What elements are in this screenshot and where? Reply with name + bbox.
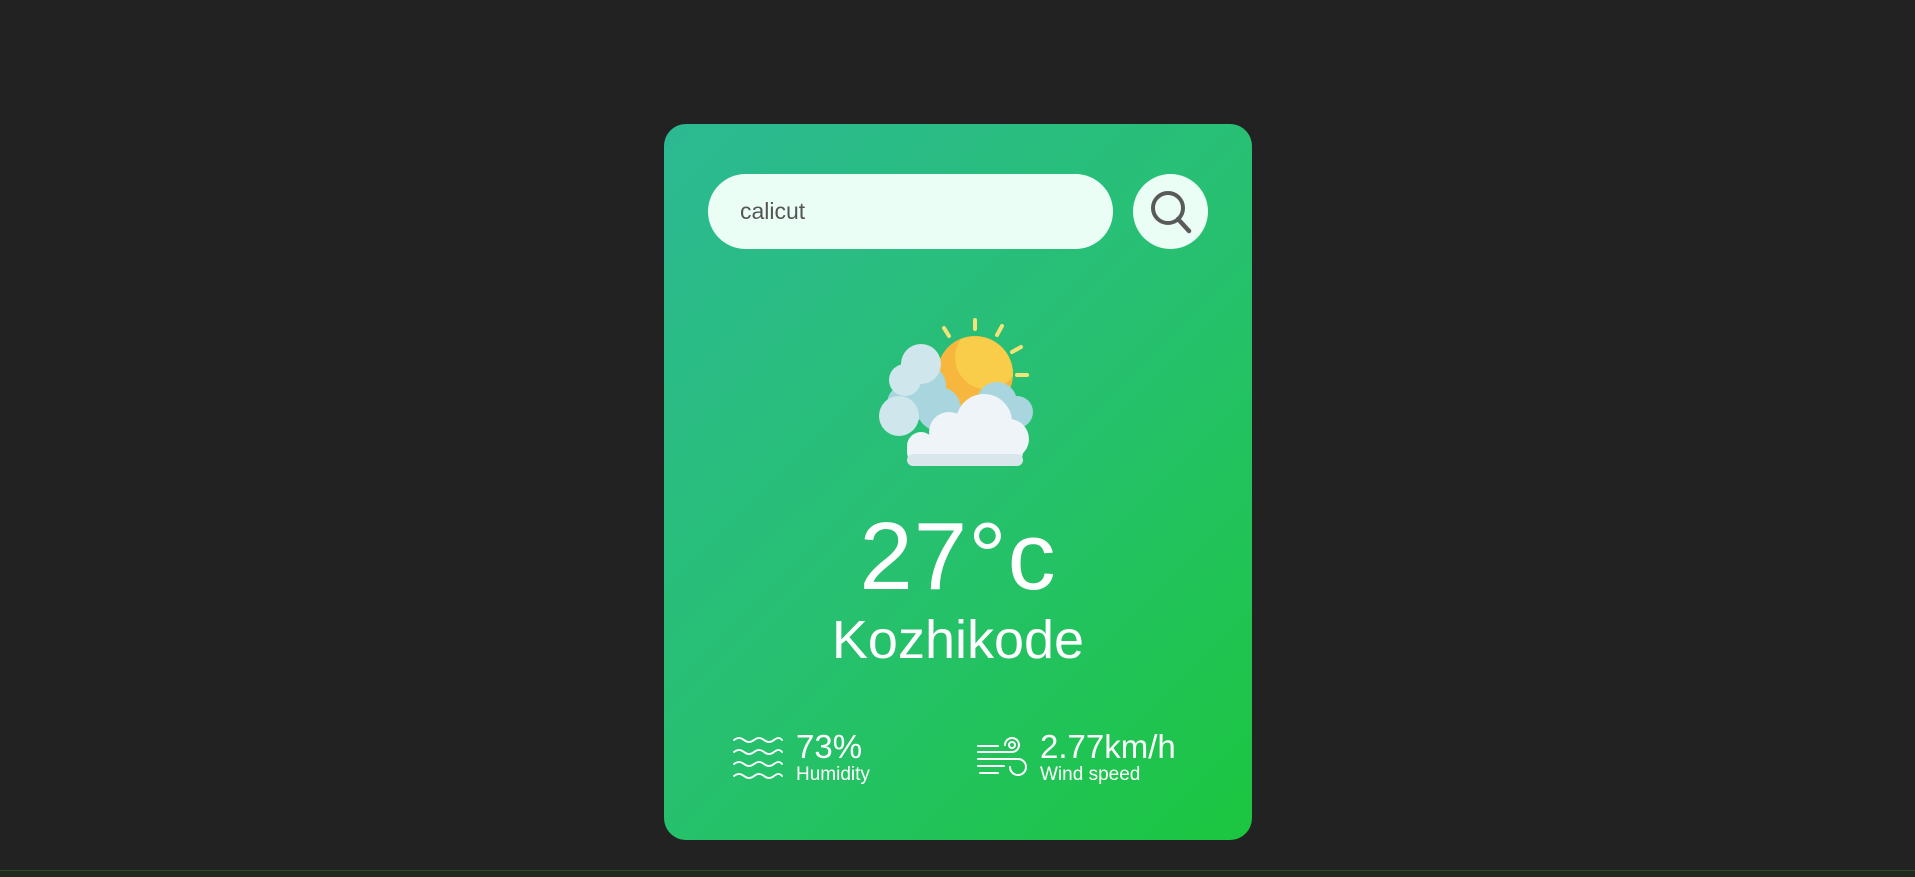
wind-icon xyxy=(977,737,1027,776)
humidity-stat: 73% Humidity xyxy=(732,728,870,788)
wind-speed-label: Wind speed xyxy=(1040,763,1141,785)
search-button[interactable] xyxy=(1133,174,1208,249)
search-input[interactable] xyxy=(708,174,1113,249)
search-icon xyxy=(1150,190,1191,233)
search-bar xyxy=(708,174,1208,249)
wind-stat: 2.77km/h Wind speed xyxy=(976,728,1176,788)
temperature: 27°c xyxy=(859,503,1057,610)
weather-card: 27°c Kozhikode 73% Humidity xyxy=(664,124,1252,840)
wind-speed-value: 2.77km/h xyxy=(1040,728,1176,766)
taskbar-edge xyxy=(0,870,1915,877)
partly-cloudy-icon xyxy=(879,318,1033,466)
city-name: Kozhikode xyxy=(831,610,1085,670)
humidity-value: 73% xyxy=(796,728,863,766)
humidity-label: Humidity xyxy=(796,763,870,785)
humidity-waves-icon xyxy=(733,737,783,779)
page: 27°c Kozhikode 73% Humidity xyxy=(0,0,1915,877)
